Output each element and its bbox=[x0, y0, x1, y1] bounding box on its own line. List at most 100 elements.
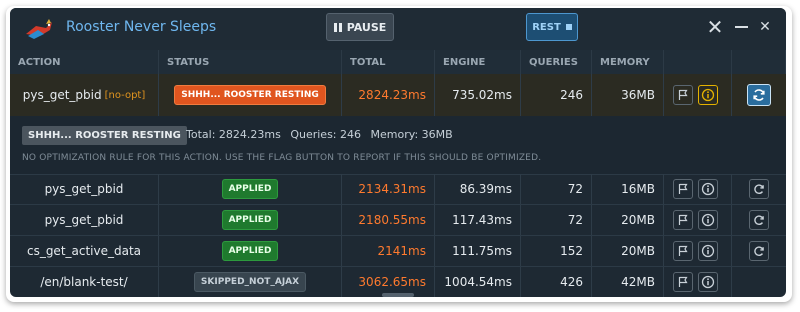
row-refresh bbox=[732, 174, 786, 204]
close-small-icon[interactable]: ✕ bbox=[758, 16, 772, 38]
status-cell: APPLIED bbox=[159, 236, 342, 266]
profiler-window: Rooster Never Sleeps PAUSE REST ✕ ✕ ACTI… bbox=[10, 8, 786, 297]
refresh-icon bbox=[754, 215, 764, 225]
queries-cell: 246 bbox=[521, 74, 592, 116]
table-row[interactable]: pys_get_pbid [no-opt] SHHH... ROOSTER RE… bbox=[10, 74, 786, 117]
queries-cell: 72 bbox=[521, 174, 592, 204]
column-header-total[interactable]: TOTAL bbox=[342, 50, 435, 74]
memory-cell: 16MB bbox=[592, 174, 664, 204]
refresh-icon bbox=[754, 184, 764, 194]
flag-button[interactable] bbox=[672, 272, 693, 292]
detail-panel: SHHH... ROOSTER RESTING Total: 2824.23ms… bbox=[10, 116, 786, 175]
detail-note: NO OPTIMIZATION RULE FOR THIS ACTION. US… bbox=[22, 153, 542, 163]
status-cell: APPLIED bbox=[159, 205, 342, 235]
total-cell: 2134.31ms bbox=[342, 174, 435, 204]
column-header-actions bbox=[664, 50, 732, 74]
column-header-refresh bbox=[732, 50, 786, 74]
flag-icon bbox=[678, 276, 688, 287]
engine-cell: 111.75ms bbox=[435, 236, 521, 266]
queries-cell: 72 bbox=[521, 205, 592, 235]
engine-cell: 117.43ms bbox=[435, 205, 521, 235]
detail-stats: Total: 2824.23ms Queries: 246 Memory: 36… bbox=[186, 128, 459, 141]
queries-cell: 152 bbox=[521, 236, 592, 266]
action-name: pys_get_pbid bbox=[22, 88, 102, 102]
queries-cell: 426 bbox=[521, 267, 592, 297]
refresh-button[interactable] bbox=[749, 241, 769, 261]
status-cell: APPLIED bbox=[159, 174, 342, 204]
info-button[interactable] bbox=[697, 272, 718, 292]
detail-total: Total: 2824.23ms bbox=[186, 128, 281, 141]
info-button[interactable] bbox=[697, 179, 718, 199]
column-header-engine[interactable]: ENGINE bbox=[435, 50, 521, 74]
row-actions bbox=[664, 267, 732, 297]
info-icon bbox=[701, 182, 714, 196]
info-button[interactable] bbox=[697, 85, 718, 105]
memory-cell: 36MB bbox=[592, 74, 664, 116]
table-row[interactable]: pys_get_pbid APPLIED 2180.55ms 117.43ms … bbox=[10, 205, 786, 236]
column-header-status[interactable]: STATUS bbox=[159, 50, 342, 74]
pause-icon bbox=[333, 22, 342, 32]
row-refresh bbox=[732, 205, 786, 235]
engine-cell: 86.39ms bbox=[435, 174, 521, 204]
stop-square-icon bbox=[565, 24, 572, 30]
memory-cell: 20MB bbox=[592, 205, 664, 235]
action-name: pys_get_pbid bbox=[10, 205, 159, 235]
info-icon bbox=[701, 88, 714, 102]
flag-icon bbox=[678, 183, 688, 194]
engine-cell: 735.02ms bbox=[435, 74, 521, 116]
pause-button[interactable]: PAUSE bbox=[326, 13, 394, 41]
row-refresh-empty bbox=[732, 267, 786, 297]
action-cell: pys_get_pbid [no-opt] bbox=[10, 74, 159, 116]
info-icon bbox=[701, 213, 714, 227]
flag-button[interactable] bbox=[672, 85, 693, 105]
column-header-memory[interactable]: MEMORY bbox=[592, 50, 664, 74]
flag-icon bbox=[678, 245, 688, 256]
status-badge: APPLIED bbox=[221, 241, 279, 261]
minimize-icon[interactable] bbox=[732, 16, 750, 38]
row-actions bbox=[664, 205, 732, 235]
info-icon bbox=[701, 244, 714, 258]
refresh-icon bbox=[754, 246, 764, 256]
row-refresh bbox=[732, 74, 786, 116]
row-actions bbox=[664, 74, 732, 116]
info-button[interactable] bbox=[697, 210, 718, 230]
status-badge: APPLIED bbox=[221, 179, 279, 199]
column-header-queries[interactable]: QUERIES bbox=[521, 50, 592, 74]
flag-button[interactable] bbox=[672, 210, 693, 230]
status-cell: SHHH... ROOSTER RESTING bbox=[159, 74, 342, 116]
engine-cell: 1004.54ms bbox=[435, 267, 521, 297]
status-badge: SKIPPED_NOT_AJAX bbox=[193, 272, 307, 292]
status-badge: APPLIED bbox=[221, 210, 279, 230]
close-icon[interactable]: ✕ bbox=[706, 15, 724, 39]
refresh-icon bbox=[753, 89, 765, 101]
resize-handle[interactable] bbox=[382, 293, 414, 297]
total-cell: 2824.23ms bbox=[342, 74, 435, 116]
detail-status-badge: SHHH... ROOSTER RESTING bbox=[22, 126, 187, 145]
status-cell: SKIPPED_NOT_AJAX bbox=[159, 267, 342, 297]
action-name: pys_get_pbid bbox=[10, 174, 159, 204]
table-row[interactable]: pys_get_pbid APPLIED 2134.31ms 86.39ms 7… bbox=[10, 174, 786, 205]
info-button[interactable] bbox=[697, 241, 718, 261]
flag-button[interactable] bbox=[672, 241, 693, 261]
info-icon bbox=[701, 275, 714, 289]
flag-icon bbox=[678, 89, 688, 100]
row-actions bbox=[664, 174, 732, 204]
detail-memory: Memory: 36MB bbox=[370, 128, 453, 141]
pause-label: PAUSE bbox=[346, 20, 387, 34]
refresh-button[interactable] bbox=[749, 179, 769, 199]
column-header-action[interactable]: ACTION bbox=[10, 50, 159, 74]
detail-queries: Queries: 246 bbox=[290, 128, 362, 141]
flag-button[interactable] bbox=[672, 179, 693, 199]
refresh-button[interactable] bbox=[747, 84, 771, 106]
flag-icon bbox=[678, 214, 688, 225]
table-row[interactable]: cs_get_active_data APPLIED 2141ms 111.75… bbox=[10, 236, 786, 267]
memory-cell: 42MB bbox=[592, 267, 664, 297]
rest-label: REST bbox=[532, 21, 561, 33]
refresh-button[interactable] bbox=[749, 210, 769, 230]
table-header: ACTION STATUS TOTAL ENGINE QUERIES MEMOR… bbox=[10, 50, 786, 75]
action-name: /en/blank-test/ bbox=[10, 267, 159, 297]
title-bar: Rooster Never Sleeps PAUSE REST ✕ ✕ bbox=[10, 8, 786, 51]
no-opt-tag: [no-opt] bbox=[104, 89, 146, 101]
total-cell: 2180.55ms bbox=[342, 205, 435, 235]
rest-button[interactable]: REST bbox=[526, 13, 578, 41]
